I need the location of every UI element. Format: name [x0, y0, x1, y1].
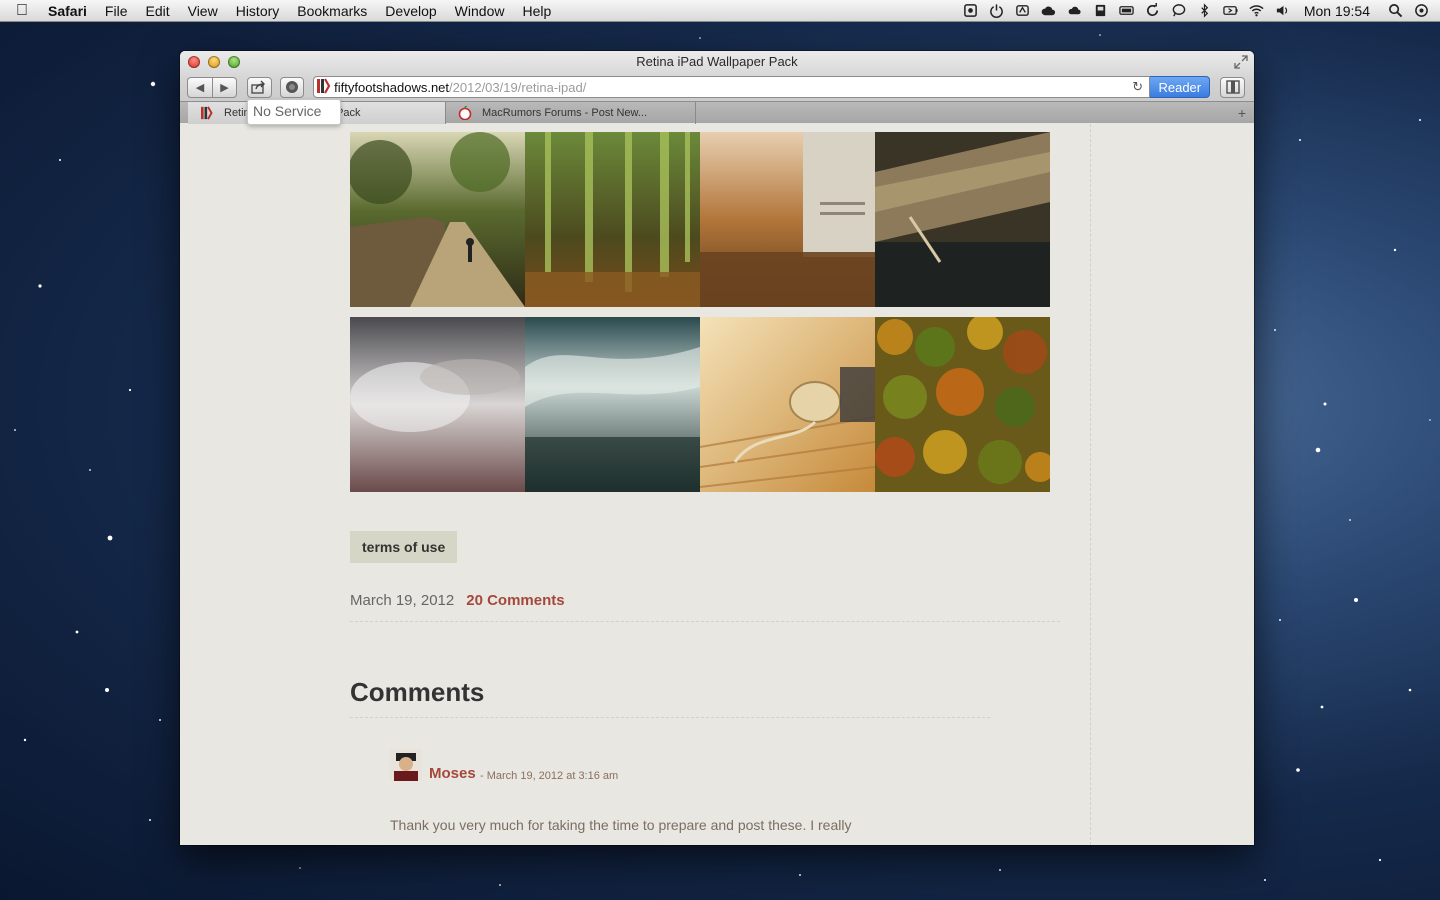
site-favicon-icon: [200, 106, 216, 120]
top-sites-icon: [285, 81, 298, 93]
reading-list-button[interactable]: [1220, 76, 1245, 98]
window-titlebar[interactable]: Retina iPad Wallpaper Pack ◀ ▶ fiftyfoot…: [180, 51, 1254, 124]
safari-window: Retina iPad Wallpaper Pack ◀ ▶ fiftyfoot…: [180, 51, 1254, 845]
gallery-row: [350, 132, 1050, 307]
comments-count-link[interactable]: 20 Comments: [466, 592, 564, 609]
cloud-app-icon[interactable]: [1036, 0, 1062, 22]
tab-macrumors[interactable]: MacRumors Forums - Post New...: [446, 102, 696, 124]
notification-center-icon[interactable]: [1408, 0, 1434, 22]
bluetooth-icon[interactable]: [1192, 0, 1218, 22]
wallpaper-thumbnail-water-splash[interactable]: [350, 317, 525, 492]
avatar: [390, 749, 422, 781]
reading-list-icon: [1226, 80, 1240, 94]
icloud-icon[interactable]: [1062, 0, 1088, 22]
apple-logo-icon[interactable]: : [0, 2, 44, 20]
window-title: Retina iPad Wallpaper Pack: [636, 54, 798, 69]
comment-author-link[interactable]: Moses: [429, 765, 476, 782]
menu-bookmarks[interactable]: Bookmarks: [288, 0, 376, 22]
top-sites-button[interactable]: [279, 76, 305, 98]
menu-bar:  Safari File Edit View History Bookmark…: [0, 0, 1440, 22]
wallpaper-thumbnail-tree-bark[interactable]: [875, 132, 1050, 307]
divider: [350, 717, 990, 718]
wacom-icon[interactable]: [1010, 0, 1036, 22]
menu-help[interactable]: Help: [513, 0, 560, 22]
menu-develop[interactable]: Develop: [376, 0, 445, 22]
comments-heading: Comments: [350, 677, 485, 707]
web-content: terms of use March 19, 2012 20 Comments C…: [180, 124, 1254, 845]
tab-bar: Retina iPad Wallpaper Pack MacRumors For…: [180, 101, 1254, 124]
menubar-clock[interactable]: Mon 19:54: [1296, 3, 1382, 19]
menu-view[interactable]: View: [179, 0, 227, 22]
wallpaper-thumbnail-vintage-mac[interactable]: [700, 132, 875, 307]
url-domain: fiftyfootshadows.net: [334, 79, 450, 95]
post-meta: March 19, 2012 20 Comments: [350, 592, 565, 609]
tab-title: MacRumors Forums - Post New...: [482, 107, 648, 119]
back-arrow-icon: ◀: [195, 81, 205, 94]
printer-icon[interactable]: [1088, 0, 1114, 22]
menu-app-safari[interactable]: Safari: [44, 0, 96, 22]
wallpaper-thumbnail-wave[interactable]: [525, 317, 700, 492]
site-favicon-icon: [316, 77, 334, 97]
macrumors-favicon-icon: [458, 106, 474, 120]
screenshot-icon[interactable]: [958, 0, 984, 22]
share-icon: [251, 80, 266, 94]
menu-history[interactable]: History: [227, 0, 289, 22]
spotlight-search-icon[interactable]: [1382, 0, 1408, 22]
terms-of-use-button[interactable]: terms of use: [350, 531, 458, 563]
fullscreen-icon[interactable]: [1234, 55, 1248, 69]
wifi-icon[interactable]: [1244, 0, 1270, 22]
status-menu-area: Mon 19:54: [958, 0, 1440, 22]
new-tab-button[interactable]: +: [1238, 105, 1246, 121]
forward-button[interactable]: ▶: [212, 76, 237, 98]
power-icon[interactable]: [984, 0, 1010, 22]
sidebar-divider: [1090, 124, 1091, 845]
browser-toolbar: ◀ ▶ fiftyfootshadows.net/2012/03/19/reti…: [187, 75, 1245, 99]
wallpaper-thumbnail-forest-path[interactable]: [350, 132, 525, 307]
wallpaper-thumbnail-bamboo[interactable]: [525, 132, 700, 307]
messages-icon[interactable]: [1166, 0, 1192, 22]
sync-icon[interactable]: [1140, 0, 1166, 22]
reader-button[interactable]: Reader: [1150, 76, 1211, 98]
address-bar[interactable]: fiftyfootshadows.net/2012/03/19/retina-i…: [313, 76, 1151, 98]
navigation-buttons: ◀ ▶: [187, 76, 237, 98]
post-date: March 19, 2012: [350, 592, 455, 609]
menu-edit[interactable]: Edit: [136, 0, 178, 22]
divider: [350, 621, 1060, 622]
wallpaper-gallery: [350, 132, 1050, 492]
menu-file[interactable]: File: [96, 0, 137, 22]
battery-meter-icon[interactable]: [1114, 0, 1140, 22]
share-popover: No Service: [247, 99, 341, 125]
battery-icon[interactable]: [1218, 0, 1244, 22]
gallery-row: [350, 317, 1050, 492]
url-path: /2012/03/19/retina-ipad/: [449, 79, 587, 95]
volume-icon[interactable]: [1270, 0, 1296, 22]
wallpaper-thumbnail-autumn-forest[interactable]: [875, 317, 1050, 492]
back-button[interactable]: ◀: [187, 76, 212, 98]
reload-icon[interactable]: ↻: [1132, 79, 1143, 95]
share-button[interactable]: [247, 76, 272, 98]
comment-text: Thank you very much for taking the time …: [390, 817, 852, 833]
menu-window[interactable]: Window: [446, 0, 514, 22]
comment-date: - March 19, 2012 at 3:16 am: [480, 770, 619, 782]
wallpaper-thumbnail-earbuds[interactable]: [700, 317, 875, 492]
forward-arrow-icon: ▶: [220, 81, 229, 94]
